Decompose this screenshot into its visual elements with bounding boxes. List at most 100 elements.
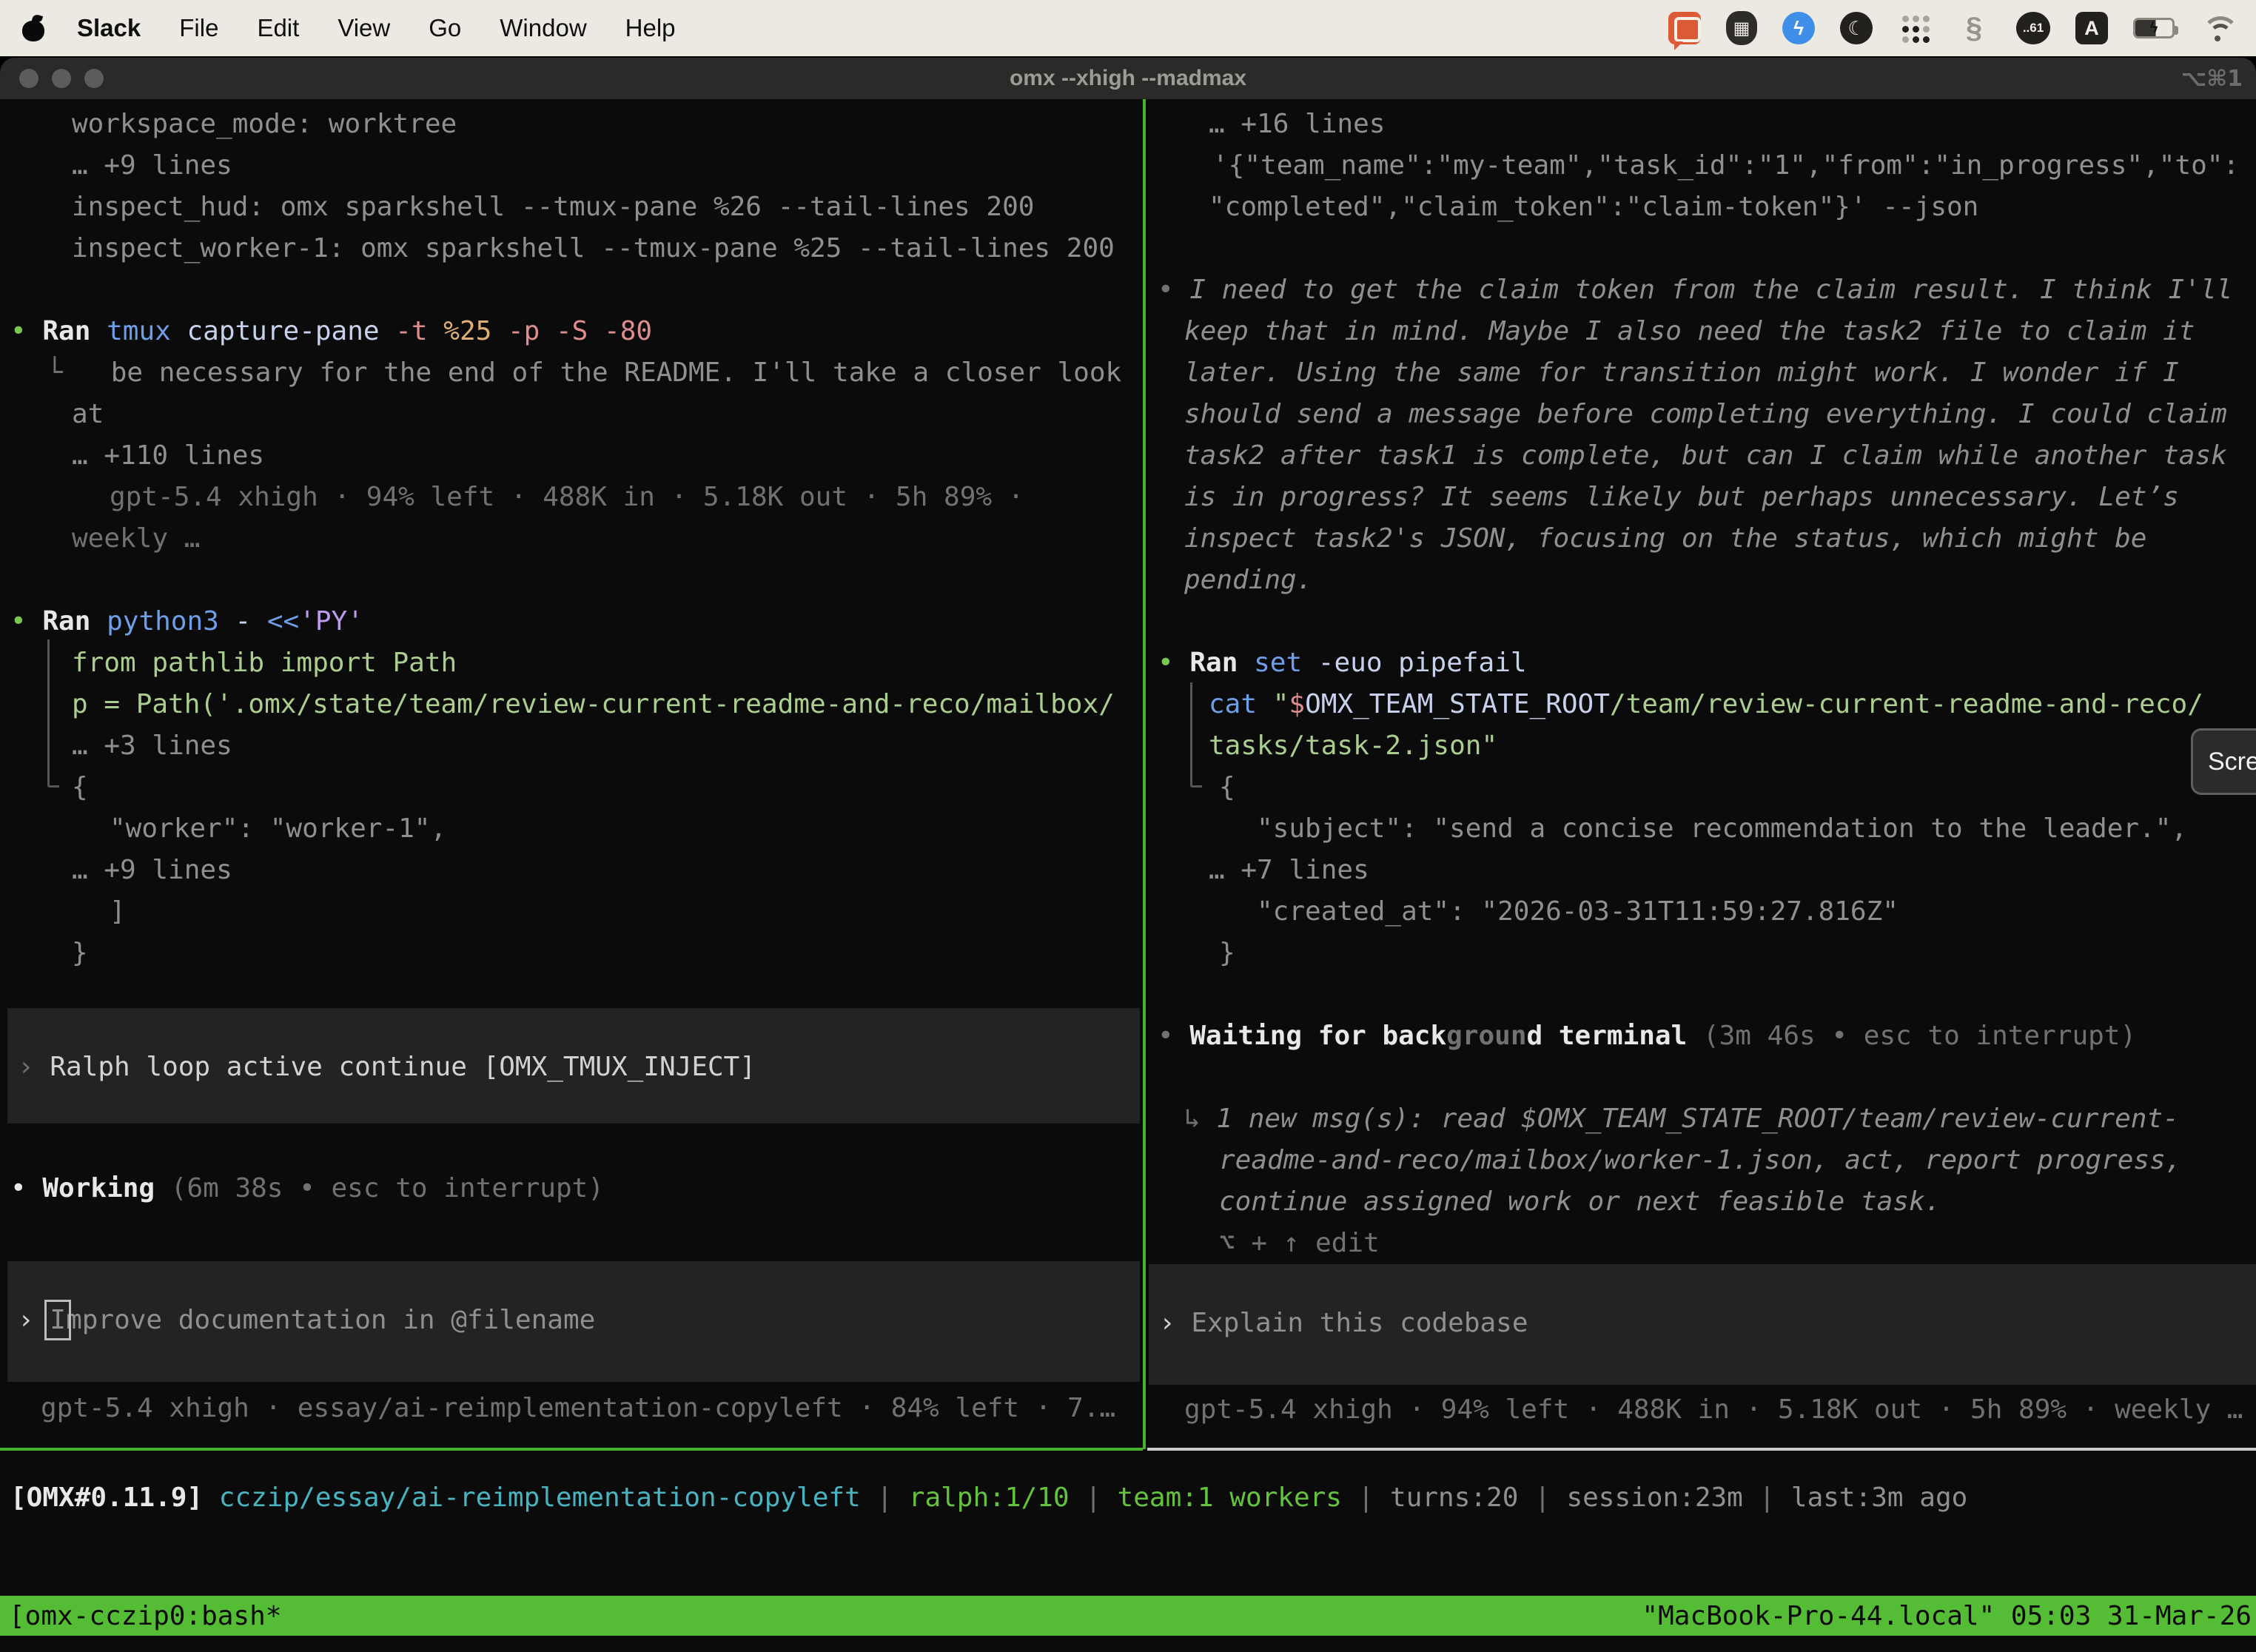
tmux-status-bar: [omx-cczip0:bash* "MacBook-Pro-44.local"… [0,1596,2256,1636]
terminal-line: • Ran tmux capture-pane -t %25 -p -S -80 [0,311,1144,352]
terminal-line: tasks/task-2.json" [1147,725,2256,767]
terminal-line [1147,601,2256,642]
menu-item-slack[interactable]: Slack [77,14,141,42]
terminal-line: … +7 lines [1147,850,2256,891]
menubar-status-icons: ▦ ϟ ☾ § ..61 Aϟ [1668,11,2234,45]
dots-grid-icon[interactable] [1898,11,1932,45]
terminal-line: gpt-5.4 xhigh · 94% left · 488K in · 5.1… [0,477,1144,518]
terminal-line: ] [0,891,1144,933]
terminal-line: inspect_hud: omx sparkshell --tmux-pane … [0,187,1144,228]
terminal-line: { [1147,767,2256,808]
screen-notification-text: Scre [2208,748,2256,776]
menu-item-view[interactable]: View [338,14,390,42]
terminal-line: … +9 lines [0,850,1144,891]
window-title: omx --xhigh --madmax [0,66,2256,91]
terminal-line: cat "$OMX_TEAM_STATE_ROOT/team/review-cu… [1147,684,2256,725]
terminal-line: • Waiting for background terminal (3m 46… [1147,1015,2256,1057]
terminal-line: • Ran python3 - <<'PY' [0,601,1144,642]
terminal-line: is in progress? It seems likely but perh… [1147,477,2256,518]
terminal-line: … +110 lines [0,435,1144,477]
menu-item-window[interactable]: Window [500,14,586,42]
model-status-line: gpt-5.4 xhigh · essay/ai-reimplementatio… [0,1388,1144,1429]
terminal-line [1147,228,2256,269]
terminal-line: • I need to get the claim token from the… [1147,269,2256,311]
prompt-input-box[interactable]: › Improve documentation in @filename [7,1261,1140,1382]
terminal-line [1147,974,2256,1015]
output-connector-line [1190,682,1202,788]
terminal-window: omx --xhigh --madmax ⌥⌘1 workspace_mode:… [0,58,2256,1652]
terminal-line: } [1147,933,2256,974]
terminal-line: weekly … [0,518,1144,560]
tmux-pane-right[interactable]: … +16 lines'{"team_name":"my-team","task… [1147,99,2256,1449]
terminal-line: … +9 lines [0,145,1144,187]
window-titlebar[interactable]: omx --xhigh --madmax ⌥⌘1 [0,58,2256,99]
badge-61-icon[interactable]: ..61 [2016,12,2050,44]
menu-item-file[interactable]: File [179,14,218,42]
terminal-line: › Improve documentation in @filename [7,1300,1140,1341]
terminal-line: continue assigned work or next feasible … [1147,1181,2256,1223]
tmux-pane-divider[interactable] [1143,99,1146,1449]
inactive-pane-border [1147,1448,2256,1451]
tmux-host-clock: "MacBook-Pro-44.local" 05:03 31-Mar-26 [1642,1601,2256,1631]
left-scrollback: workspace_mode: worktree… +9 linesinspec… [0,104,1144,974]
terminal-line: "worker": "worker-1", [0,808,1144,850]
menu-item-edit[interactable]: Edit [257,14,299,42]
terminal-line: from pathlib import Path [0,642,1144,684]
terminal-line: … +3 lines [0,725,1144,767]
terminal-line: should send a message before completing … [1147,394,2256,435]
terminal-line: └ be necessary for the end of the README… [0,352,1144,394]
terminal-line: "completed","claim_token":"claim-token"}… [1147,187,2256,228]
screen-notification-chip[interactable]: Scre [2191,728,2256,795]
chat-app-icon[interactable] [1668,12,1701,44]
terminal-line: gpt-5.4 xhigh · 94% left · 488K in · 5.1… [1147,1389,2256,1431]
terminal-line: later. Using the same for transition mig… [1147,352,2256,394]
terminal-line [1147,1057,2256,1098]
shield-grid-icon[interactable]: ▦ [1726,11,1757,45]
working-status: • Working (6m 38s • esc to interrupt) [0,1168,1144,1209]
terminal-line: inspect task2's JSON, focusing on the st… [1147,518,2256,560]
terminal-line: keep that in mind. Maybe I also need the… [1147,311,2256,352]
terminal-line: readme-and-reco/mailbox/worker-1.json, a… [1147,1140,2256,1181]
terminal-line: "created_at": "2026-03-31T11:59:27.816Z" [1147,891,2256,933]
keyboard-a-icon[interactable]: A [2075,12,2108,44]
text-cursor: I [50,1305,66,1335]
terminal-line: p = Path('.omx/state/team/review-current… [0,684,1144,725]
terminal-line: } [0,933,1144,974]
menu-item-go[interactable]: Go [429,14,461,42]
terminal-line: › Explain this codebase [1149,1303,2256,1344]
menu-items: Slack File Edit View Go Window Help [77,14,676,42]
tmux-session-label: [omx-cczip0:bash* [0,1601,281,1631]
terminal-line: ⌥ + ↑ edit [1147,1223,2256,1264]
battery-icon[interactable]: ϟ [2133,18,2175,38]
terminal-line: at [0,394,1144,435]
model-status-line: gpt-5.4 xhigh · 94% left · 488K in · 5.1… [1147,1389,2256,1431]
terminal-line: { [0,767,1144,808]
terminal-line: › Ralph loop active continue [OMX_TMUX_I… [7,1047,1140,1088]
squiggle-icon[interactable]: § [1957,11,1991,45]
right-scrollback: … +16 lines'{"team_name":"my-team","task… [1147,104,2256,1264]
terminal-line: pending. [1147,560,2256,601]
terminal-line [0,560,1144,601]
apple-menu-icon[interactable] [22,15,46,41]
crescent-icon[interactable]: ☾ [1840,12,1873,44]
blue-badge-icon[interactable]: ϟ [1782,12,1815,44]
terminal-content: workspace_mode: worktree… +9 linesinspec… [0,99,2256,1652]
wifi-icon[interactable] [2200,13,2234,43]
prompt-input-box[interactable]: › Explain this codebase [1149,1264,2256,1385]
terminal-line: inspect_worker-1: omx sparkshell --tmux-… [0,228,1144,269]
omx-status-line: [OMX#0.11.9] cczip/essay/ai-reimplementa… [10,1477,1967,1519]
terminal-line: ↳ 1 new msg(s): read $OMX_TEAM_STATE_ROO… [1147,1098,2256,1140]
terminal-line [0,269,1144,311]
output-connector-line [47,639,59,788]
terminal-line: '{"team_name":"my-team","task_id":"1","f… [1147,145,2256,187]
menu-item-help[interactable]: Help [625,14,676,42]
terminal-line: • Ran set -euo pipefail [1147,642,2256,684]
terminal-line: workspace_mode: worktree [0,104,1144,145]
tmux-pane-left[interactable]: workspace_mode: worktree… +9 linesinspec… [0,99,1144,1449]
terminal-line: gpt-5.4 xhigh · essay/ai-reimplementatio… [0,1388,1144,1429]
window-shortcut-badge: ⌥⌘1 [2181,66,2243,92]
active-pane-border [0,1448,1143,1451]
ralph-status-box[interactable]: › Ralph loop active continue [OMX_TMUX_I… [7,1008,1140,1124]
terminal-line: "subject": "send a concise recommendatio… [1147,808,2256,850]
menu-bar: Slack File Edit View Go Window Help ▦ ϟ ☾ § ..61 Aϟ [0,0,2256,56]
